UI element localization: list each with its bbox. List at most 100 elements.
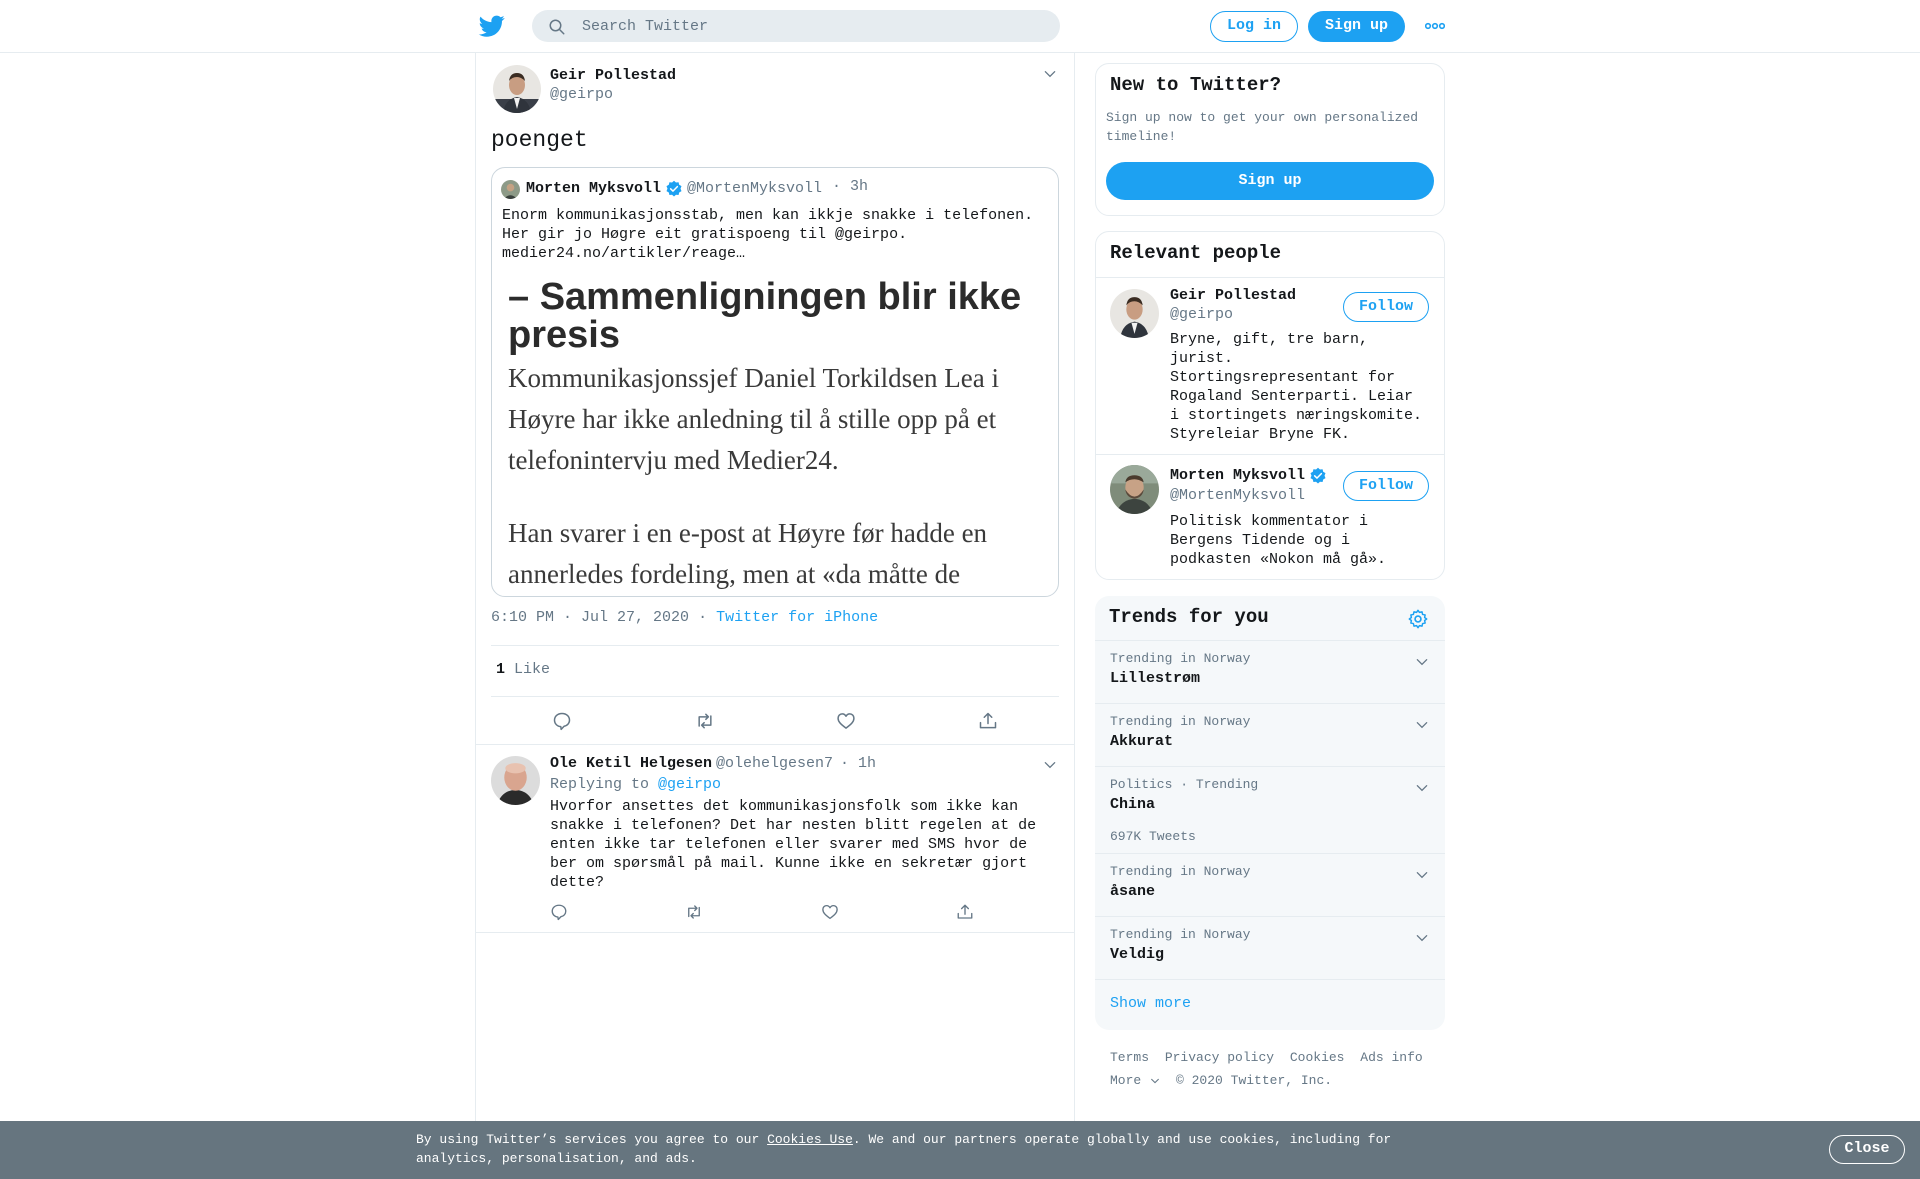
person-bio: Politisk kommentator i Bergens Tidende o… — [1170, 513, 1387, 568]
meta-separator: · — [698, 609, 708, 626]
new-to-twitter-card: New to Twitter? Sign up now to get your … — [1095, 63, 1445, 216]
trends-title: Trends for you — [1109, 606, 1269, 628]
trend-item[interactable]: Trending in Norway Akkurat — [1095, 703, 1445, 766]
tweet-timestamp[interactable]: 6:10 PM · Jul 27, 2020 — [491, 609, 689, 626]
trend-context: Trending in Norway — [1110, 927, 1251, 942]
trend-item[interactable]: Trending in Norway Veldig — [1095, 916, 1445, 979]
trend-context: Trending in Norway — [1110, 651, 1251, 666]
show-more-row[interactable]: Show more — [1095, 979, 1445, 1030]
reply-text: Hvorfor ansettes det kommunikasjonsfolk … — [550, 798, 1037, 891]
reply-author-avatar[interactable] — [491, 756, 540, 805]
divider — [491, 696, 1059, 697]
divider — [476, 744, 1074, 745]
trend-name: åsane — [1110, 883, 1156, 900]
footer-link-ads-info[interactable]: Ads info — [1360, 1050, 1422, 1065]
author-name[interactable]: Geir Pollestad — [550, 67, 676, 84]
follow-button[interactable]: Follow — [1343, 292, 1429, 322]
quoted-tweet-text: Enorm kommunikasjonsstab, men kan ikkje … — [502, 207, 1034, 262]
replying-to-link[interactable]: @geirpo — [658, 776, 721, 793]
retweet-icon[interactable] — [694, 711, 716, 731]
trend-item[interactable]: Trending in Norway Lillestrøm — [1095, 640, 1445, 703]
search-input[interactable] — [582, 10, 1042, 42]
share-icon[interactable] — [956, 903, 974, 921]
person-name[interactable]: Geir Pollestad — [1170, 287, 1296, 304]
tweet-options-chevron-icon[interactable] — [1043, 67, 1057, 81]
quoted-time: · 3h — [832, 178, 869, 195]
reply-icon[interactable] — [550, 903, 568, 921]
top-navigation-bar: Log in Sign up — [0, 0, 1920, 53]
twitter-logo-icon[interactable] — [478, 13, 506, 39]
article-paragraph-2: Han svarer i en e-post at Høyre før hadd… — [508, 518, 988, 589]
footer-more-label: More — [1110, 1073, 1142, 1088]
share-icon[interactable] — [978, 711, 998, 731]
person-handle[interactable]: @geirpo — [1170, 306, 1233, 323]
reply-time[interactable]: · 1h — [840, 755, 876, 772]
divider — [1096, 454, 1444, 455]
chevron-down-icon[interactable] — [1415, 718, 1429, 732]
reply-icon[interactable] — [552, 711, 572, 731]
likes-label: Like — [514, 661, 551, 678]
footer-more-menu[interactable]: More — [1110, 1073, 1160, 1088]
person-avatar[interactable] — [1110, 465, 1159, 514]
quoted-tweet-card[interactable]: Morten Myksvoll @MortenMyksvoll · 3h Eno… — [491, 167, 1059, 597]
person-name[interactable]: Morten Myksvoll — [1170, 467, 1305, 484]
person-handle[interactable]: @MortenMyksvoll — [1170, 487, 1305, 504]
cookie-close-button[interactable]: Close — [1829, 1135, 1905, 1164]
verified-badge-icon — [1309, 467, 1327, 485]
quoted-author-handle: @MortenMyksvoll — [687, 180, 823, 197]
replying-to-line: Replying to @geirpo — [550, 776, 721, 793]
follow-button[interactable]: Follow — [1343, 471, 1429, 501]
article-headline: – Sammenligningen blir ikke presis — [508, 276, 1022, 356]
more-options-icon[interactable] — [1425, 22, 1445, 30]
divider — [476, 932, 1074, 933]
chevron-down-icon[interactable] — [1415, 868, 1429, 882]
like-heart-icon[interactable] — [821, 903, 839, 921]
new-to-twitter-title: New to Twitter? — [1110, 74, 1282, 96]
verified-badge-icon — [665, 180, 683, 198]
footer-link-terms[interactable]: Terms — [1110, 1050, 1149, 1065]
settings-gear-icon[interactable] — [1407, 608, 1429, 630]
retweet-icon[interactable] — [684, 903, 704, 921]
cookie-banner-text: By using Twitter’s services you agree to… — [416, 1130, 1416, 1168]
trend-context: Trending in Norway — [1110, 714, 1251, 729]
search-icon — [548, 18, 566, 36]
cookie-banner: By using Twitter’s services you agree to… — [0, 1121, 1920, 1179]
chevron-down-icon[interactable] — [1415, 781, 1429, 795]
author-handle[interactable]: @geirpo — [550, 86, 613, 103]
tweet-source-link[interactable]: Twitter for iPhone — [716, 609, 878, 626]
trend-context: Politics · Trending — [1110, 777, 1259, 792]
article-paragraph-1: Kommunikasjonssjef Daniel Torkildsen Lea… — [508, 363, 1000, 475]
reply-author-name[interactable]: Ole Ketil Helgesen — [550, 755, 712, 772]
likes-count-link[interactable]: 1 Like — [496, 661, 550, 678]
author-avatar[interactable] — [493, 65, 541, 113]
signup-button[interactable]: Sign up — [1308, 11, 1405, 42]
cookies-use-link[interactable]: Cookies Use — [767, 1132, 853, 1147]
tweet-meta: 6:10 PM · Jul 27, 2020 · Twitter for iPh… — [491, 609, 878, 626]
login-button[interactable]: Log in — [1210, 11, 1298, 42]
sidebar-signup-button[interactable]: Sign up — [1106, 162, 1434, 200]
chevron-down-icon[interactable] — [1415, 931, 1429, 945]
trend-name: Veldig — [1110, 946, 1165, 963]
reply-author-handle[interactable]: @olehelgesen7 — [716, 755, 833, 772]
show-more-link[interactable]: Show more — [1110, 995, 1191, 1012]
footer-link-privacy[interactable]: Privacy policy — [1165, 1050, 1274, 1065]
trend-item[interactable]: Politics · Trending China 697K Tweets — [1095, 766, 1445, 853]
chevron-down-icon[interactable] — [1415, 655, 1429, 669]
trend-name: Akkurat — [1110, 733, 1174, 750]
person-bio: Bryne, gift, tre barn, jurist. Stortings… — [1170, 331, 1423, 443]
trend-item[interactable]: Trending in Norway åsane — [1095, 853, 1445, 916]
footer-copyright: © 2020 Twitter, Inc. — [1176, 1073, 1333, 1088]
likes-count: 1 — [496, 661, 506, 678]
person-avatar[interactable] — [1110, 289, 1159, 338]
reply-options-chevron-icon[interactable] — [1043, 758, 1057, 772]
relevant-people-title: Relevant people — [1110, 242, 1282, 264]
trends-card: Trends for you Trending in Norway Lilles… — [1095, 596, 1445, 1030]
sidebar-footer: Terms Privacy policy Cookies Ads info Mo… — [1110, 1046, 1431, 1092]
chevron-down-icon — [1151, 1078, 1160, 1083]
footer-link-cookies[interactable]: Cookies — [1290, 1050, 1345, 1065]
like-heart-icon[interactable] — [836, 711, 856, 731]
relevant-people-card: Relevant people Geir Pollestad @geirpo F… — [1095, 231, 1445, 580]
tweet-text: poenget — [491, 127, 588, 153]
trend-context: Trending in Norway — [1110, 864, 1251, 879]
search-box[interactable] — [532, 10, 1060, 42]
